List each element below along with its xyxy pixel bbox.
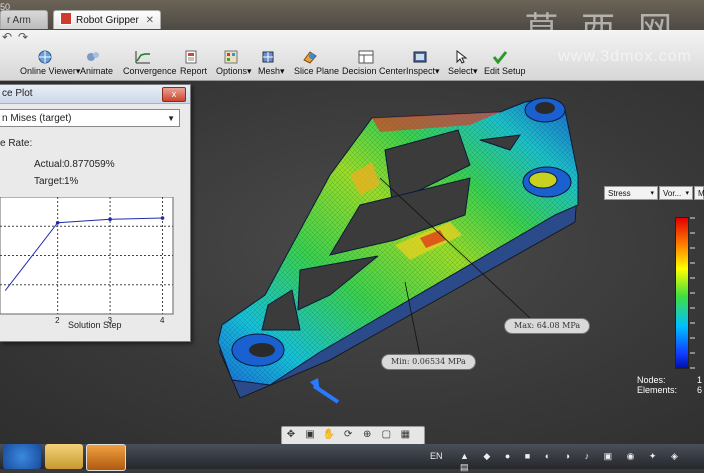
dialog-title: ce Plot x [0,85,190,104]
watermark-url: www.3dmox.com [558,48,692,65]
units-dropdown[interactable]: MP [694,186,704,200]
rate-label: e Rate: [0,138,33,149]
mesh-button[interactable]: Mesh▾ [258,50,285,78]
decision-center-icon [358,50,374,64]
convergence-chart: 234 Solution Step [0,197,174,330]
animate-icon [87,52,99,61]
zoom-icon[interactable]: ⊕ [360,428,374,442]
title-bar: 50 r Arm V1 Robot Gripper A... ✕ 莫 西 网 [0,0,704,50]
edit-setup-button[interactable]: Edit Setup [484,50,526,78]
close-icon: x [171,89,177,99]
select-icon [456,50,468,64]
decision-center-button[interactable]: Decision Center [342,50,406,78]
report-button[interactable]: Report [180,50,207,78]
x-tick-label: 4 [160,316,165,325]
result-type-dropdown[interactable]: Stress ▾ [604,186,658,200]
options-icon [224,50,238,64]
undo-icon[interactable]: ↶ [2,30,12,44]
ie-icon[interactable] [3,444,41,469]
pan-orbit-icon[interactable]: ✥ [284,428,298,442]
file-explorer-icon[interactable] [45,444,83,469]
slice-plane-button[interactable]: Slice Plane [294,50,339,78]
close-button[interactable]: x [162,87,186,102]
data-point [55,220,60,225]
convergence-button[interactable]: Convergence [123,50,177,78]
inventor-icon[interactable] [86,444,126,471]
document-icon [60,12,72,25]
inspect-button[interactable]: Inspect▾ [406,50,440,78]
elements-value: 6 [697,385,703,395]
orbit-icon[interactable]: ⟳ [341,428,355,442]
slice-plane-icon [303,51,317,64]
options-button[interactable]: Options▾ [216,50,252,78]
legend-ticks [690,217,695,369]
data-point [108,217,112,222]
look-at-icon[interactable]: ▣ [303,428,317,442]
x-axis-label: Solution Step [68,320,122,330]
convergence-plot-dialog: ce Plot x n Mises (target) ▼ e Rate: Act… [0,84,191,342]
x-tick-label: 2 [55,316,60,325]
check-icon [492,51,508,64]
max-stress-probe[interactable]: Max: 64.08 MPa [504,318,591,334]
nodes-value: 1 [697,375,703,385]
visual-style-icon[interactable]: ▦ [398,428,412,442]
actual-value: 0.877059% [64,159,115,170]
convergence-icon [135,51,150,64]
tray-icons[interactable]: ▲ ◆ ● ■ ◐ ◑ ♪ ▣ ◉ ✦ ◈ ▤ [460,451,704,473]
globe-icon [38,50,52,64]
redo-icon[interactable]: ↷ [18,30,28,44]
mesh-icon [262,51,274,63]
pan-icon[interactable]: ✋ [322,428,336,442]
tab-arm[interactable]: r Arm V1 [0,10,48,45]
language-indicator[interactable]: EN [430,451,443,461]
target-label: Target: [34,176,65,187]
min-stress-probe[interactable]: Min: 0.06534 MPa [381,354,476,370]
display-style-icon[interactable]: ▢ [379,428,393,442]
actual-label: Actual: [34,159,65,170]
navigation-toolbar: ✥ ▣ ✋ ⟳ ⊕ ▢ ▦ [281,426,425,445]
select-button[interactable]: Select▾ [448,50,478,78]
online-viewer-button[interactable]: Online Viewer▾ [20,50,80,78]
windows-taskbar: EN ▲ ◆ ● ■ ◐ ◑ ♪ ▣ ◉ ✦ ◈ ▤ [0,444,704,472]
nodes-label: Nodes: [637,375,666,385]
close-icon[interactable]: ✕ [146,11,154,30]
report-icon [185,50,197,64]
elements-label: Elements: [637,385,678,395]
result-select-dropdown[interactable]: n Mises (target) ▼ [0,109,180,127]
stress-color-legend [675,217,689,369]
data-point [160,216,165,220]
target-value: 1% [64,176,79,187]
animate-button[interactable]: Animate [80,50,113,78]
tab-robot-gripper[interactable]: Robot Gripper A... ✕ [53,10,161,45]
inspect-icon [413,51,427,63]
result-component-dropdown[interactable]: Vor... ▾ [659,186,693,200]
chevron-down-icon: ▼ [167,114,175,123]
